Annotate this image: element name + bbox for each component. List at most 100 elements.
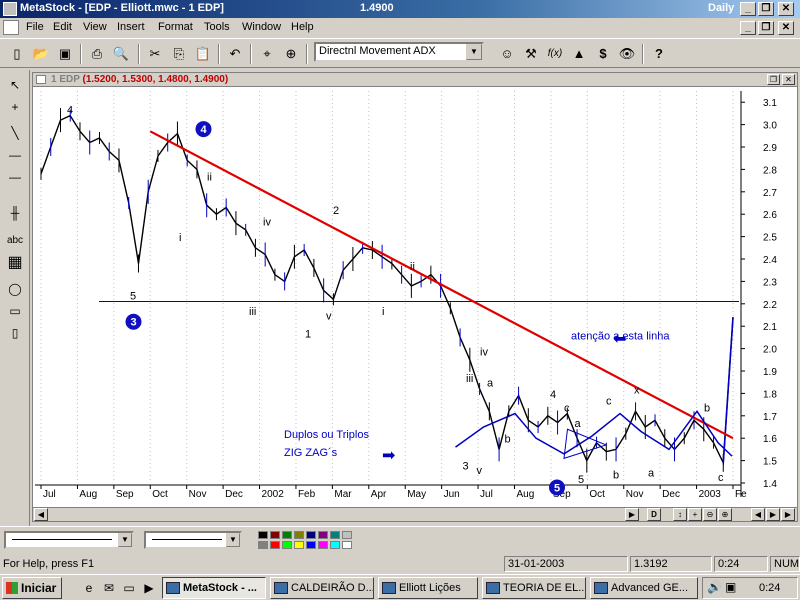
start-button[interactable]: Iniciar <box>2 577 62 599</box>
task-caldeirao[interactable]: CALDEIRÃO D... <box>270 577 374 599</box>
color-swatch[interactable] <box>258 541 268 549</box>
color-swatch[interactable] <box>270 531 280 539</box>
horizontal-line-icon[interactable]: — <box>4 144 26 166</box>
grid-tool-icon[interactable]: ▦ <box>4 252 26 274</box>
chart-symbol: 1 EDP <box>51 74 80 85</box>
minimize-button[interactable]: _ <box>740 2 756 16</box>
status-help: For Help, press F1 <box>3 558 95 570</box>
color-swatch[interactable] <box>306 541 316 549</box>
new-icon[interactable]: ▯ <box>6 43 28 65</box>
task-elliott-licoes[interactable]: Elliott Lições <box>378 577 478 599</box>
horizontal-line-2-icon[interactable]: — <box>4 166 26 188</box>
restore-button[interactable]: ❐ <box>758 2 774 16</box>
color-swatch[interactable] <box>306 531 316 539</box>
explorer-icon[interactable]: ⚒ <box>520 43 542 65</box>
task-advanced-ge[interactable]: Advanced GE... <box>590 577 698 599</box>
network-icon[interactable]: ▣ <box>725 580 736 594</box>
trendline-icon[interactable]: ╲ <box>4 122 26 144</box>
menu-help[interactable]: Help <box>291 21 314 33</box>
scroll-left-icon[interactable]: ◀ <box>34 508 48 521</box>
line-weight-select[interactable]: ▼ <box>144 531 242 549</box>
color-palette[interactable] <box>258 531 354 551</box>
color-swatch[interactable] <box>294 541 304 549</box>
text-tool-icon[interactable]: abc <box>4 230 26 252</box>
save-icon[interactable]: ▣ <box>54 43 76 65</box>
crosshair-tool-icon[interactable]: + <box>4 96 26 118</box>
cut-icon[interactable]: ✂ <box>144 43 166 65</box>
color-swatch[interactable] <box>258 531 268 539</box>
pointer-icon[interactable]: ↖ <box>4 74 26 96</box>
volume-icon[interactable]: 🔊 <box>707 580 722 594</box>
scroll-right-icon[interactable]: ▶ <box>625 508 639 521</box>
color-swatch[interactable] <box>318 531 328 539</box>
scroll-right-end-icon[interactable]: ▶ <box>766 508 780 521</box>
copy-icon[interactable]: ⎘ <box>168 43 190 65</box>
task-metastock[interactable]: MetaStock - ... <box>162 577 266 599</box>
undo-icon[interactable]: ↶ <box>224 43 246 65</box>
zoom-icon[interactable]: ⊕ <box>280 43 302 65</box>
menu-file[interactable]: File <box>26 21 44 33</box>
system-tester-icon[interactable]: ▲ <box>568 43 590 65</box>
chevron-down-icon[interactable]: ▼ <box>118 533 132 547</box>
color-swatch[interactable] <box>342 541 352 549</box>
rectangle-icon[interactable]: ▭ <box>4 300 26 322</box>
dollar-icon[interactable]: $ <box>592 43 614 65</box>
cycle-lines-icon[interactable]: ╫ <box>4 202 26 224</box>
task-teoria[interactable]: TEORIA DE EL... <box>482 577 586 599</box>
doc-minimize-button[interactable]: _ <box>740 21 756 35</box>
scroll-end-icon[interactable]: ▶ <box>781 508 795 521</box>
close-button[interactable]: ✕ <box>778 2 794 16</box>
chart-scrollbar[interactable]: ◀ ▶ D ↕ + ⊖ ⊕ ◀ ▶ ▶ <box>33 507 797 521</box>
color-swatch[interactable] <box>282 541 292 549</box>
channel-icon[interactable]: ▯ <box>4 322 26 344</box>
color-swatch[interactable] <box>330 531 340 539</box>
zoom-out-icon[interactable]: ⊖ <box>703 508 717 521</box>
color-swatch[interactable] <box>318 541 328 549</box>
chart-close-button[interactable]: ✕ <box>782 74 795 85</box>
density-button[interactable]: D <box>647 508 661 521</box>
outlook-icon[interactable]: ✉ <box>100 579 118 597</box>
show-desktop-icon[interactable]: ▭ <box>120 579 138 597</box>
formula-icon[interactable]: f(x) <box>544 43 566 65</box>
chevron-down-icon[interactable]: ▼ <box>226 533 240 547</box>
scroll-left-end-icon[interactable]: ◀ <box>751 508 765 521</box>
color-swatch[interactable] <box>282 531 292 539</box>
price-chart[interactable]: ⬅➡ 3.13.02.92.82.72.62.52.42.32.22.12.01… <box>33 87 797 507</box>
print-icon[interactable]: ⎙ <box>86 43 108 65</box>
document-icon[interactable] <box>3 20 19 35</box>
media-player-icon[interactable]: ▶ <box>140 579 158 597</box>
binoculars-icon[interactable]: 👁 <box>616 43 638 65</box>
app-icon[interactable] <box>3 2 17 16</box>
ellipse-icon[interactable]: ◯ <box>4 278 26 300</box>
menu-format[interactable]: Format <box>158 21 193 33</box>
menu-edit[interactable]: Edit <box>53 21 72 33</box>
line-style-select[interactable]: ▼ <box>4 531 134 549</box>
zoom-in-icon[interactable]: ⊕ <box>718 508 732 521</box>
windows-logo-icon <box>6 582 18 594</box>
internet-explorer-icon[interactable]: e <box>80 579 98 597</box>
red-trendline[interactable] <box>149 130 734 440</box>
expert-advisor-icon[interactable]: ☺ <box>496 43 518 65</box>
add-icon[interactable]: + <box>688 508 702 521</box>
chart-restore-button[interactable]: ❐ <box>767 74 780 85</box>
doc-restore-button[interactable]: ❐ <box>758 21 774 35</box>
paste-icon[interactable]: 📋 <box>192 43 214 65</box>
open-icon[interactable]: 📂 <box>30 43 52 65</box>
chart-window[interactable]: 1 EDP (1.5200, 1.5300, 1.4800, 1.4900) ❐… <box>32 72 798 522</box>
chevron-down-icon[interactable]: ▼ <box>466 44 482 60</box>
color-swatch[interactable] <box>342 531 352 539</box>
menu-insert[interactable]: Insert <box>117 21 145 33</box>
toolbar-separator <box>642 44 644 64</box>
menu-view[interactable]: View <box>83 21 107 33</box>
print-preview-icon[interactable]: 🔍 <box>110 43 132 65</box>
doc-close-button[interactable]: ✕ <box>778 21 794 35</box>
crosshair-icon[interactable]: ⌖ <box>256 43 278 65</box>
vertical-scale-icon[interactable]: ↕ <box>673 508 687 521</box>
help-icon[interactable]: ? <box>648 43 670 65</box>
color-swatch[interactable] <box>330 541 340 549</box>
color-swatch[interactable] <box>270 541 280 549</box>
menu-tools[interactable]: Tools <box>204 21 230 33</box>
menu-window[interactable]: Window <box>242 21 281 33</box>
indicator-select[interactable]: Directnl Movement ADX ▼ <box>314 42 484 62</box>
color-swatch[interactable] <box>294 531 304 539</box>
